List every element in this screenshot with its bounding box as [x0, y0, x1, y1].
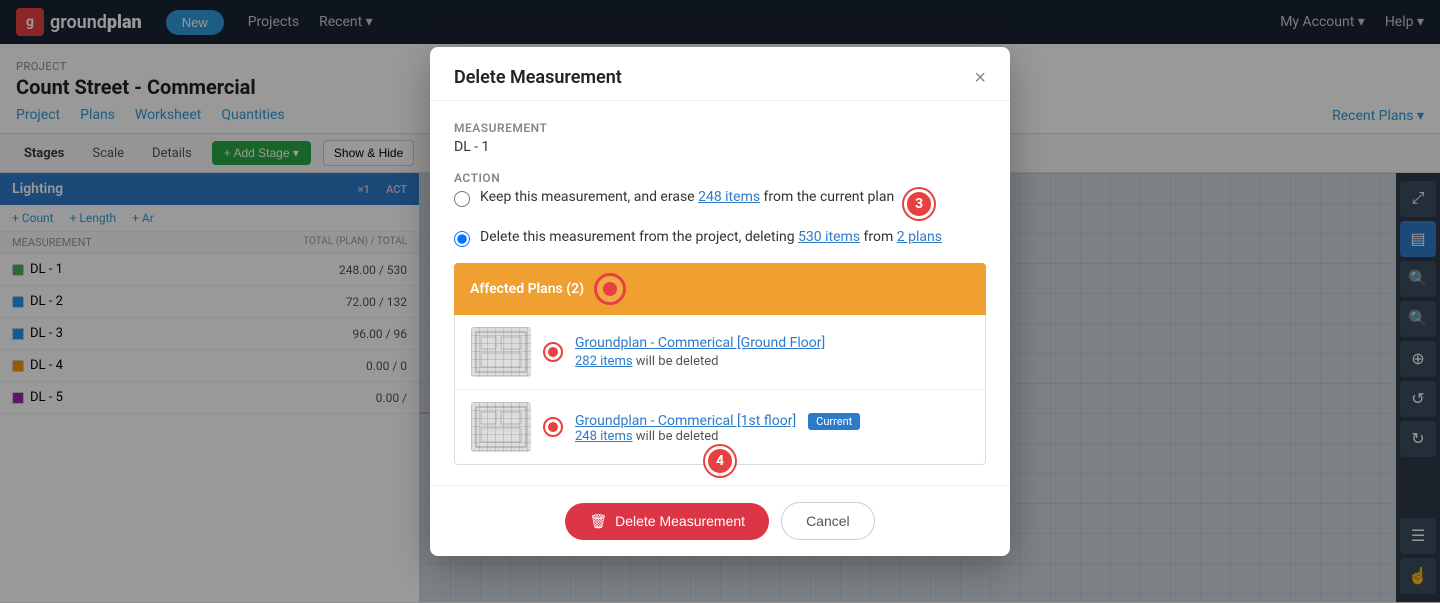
annotation-circle-inner [603, 282, 617, 296]
affected-plans-header: Affected Plans (2) [454, 263, 986, 315]
delete-items-link[interactable]: 530 items [798, 229, 860, 245]
affected-plans-body: Groundplan - Commerical [Ground Floor] 2… [454, 315, 986, 465]
plan-thumb-svg-2 [471, 402, 531, 452]
annotation-3: 3 [904, 189, 934, 219]
modal-footer: 4 🗑 Delete Measurement Cancel [430, 485, 1010, 556]
modal-title: Delete Measurement [454, 67, 622, 88]
modal-overlay: Delete Measurement × Measurement DL - 1 … [0, 0, 1440, 603]
plan-name-1[interactable]: Groundplan - Commerical [Ground Floor] [575, 335, 969, 351]
modal-header: Delete Measurement × [430, 47, 1010, 101]
plan-delete-link-1[interactable]: 282 items [575, 354, 633, 369]
plan-radio-2[interactable] [543, 417, 563, 437]
modal-close-button[interactable]: × [974, 68, 986, 88]
plan-info-2: Groundplan - Commerical [1st floor] Curr… [575, 410, 969, 444]
delete-measurement-button[interactable]: 🗑 Delete Measurement [565, 503, 769, 540]
affected-plans-container: Affected Plans (2) [454, 263, 986, 465]
plan-thumbnail-1 [471, 327, 531, 377]
plan-radio-1[interactable] [543, 342, 563, 362]
radio-keep-text: Keep this measurement, and erase 248 ite… [480, 189, 894, 205]
plan-radio-1-inner [548, 347, 558, 357]
delete-measurement-modal: Delete Measurement × Measurement DL - 1 … [430, 47, 1010, 556]
plan-delete-link-2[interactable]: 248 items [575, 429, 633, 444]
action-label: Action [454, 171, 986, 185]
plan-delete-text-2: 248 items will be deleted [575, 429, 969, 444]
modal-body: Measurement DL - 1 Action Keep this meas… [430, 101, 1010, 485]
radio-delete[interactable] [454, 231, 470, 247]
plan-radio-2-inner [548, 422, 558, 432]
cancel-button[interactable]: Cancel [781, 502, 875, 540]
measurement-value: DL - 1 [454, 139, 986, 155]
plan-info-1: Groundplan - Commerical [Ground Floor] 2… [575, 335, 969, 369]
radio-option-2: Delete this measurement from the project… [454, 229, 986, 247]
keep-items-link[interactable]: 248 items [698, 189, 760, 205]
trash-icon: 🗑 [589, 513, 607, 530]
measurement-label: Measurement [454, 121, 986, 135]
affected-plans-title: Affected Plans (2) [470, 281, 584, 297]
radio-delete-text: Delete this measurement from the project… [480, 229, 942, 245]
plan-item-1: Groundplan - Commerical [Ground Floor] 2… [455, 315, 985, 390]
current-badge: Current [808, 413, 860, 430]
radio-option-1: Keep this measurement, and erase 248 ite… [454, 189, 986, 219]
delete-plans-link[interactable]: 2 plans [897, 229, 942, 245]
plan-thumb-svg-1 [471, 327, 531, 377]
action-section: Keep this measurement, and erase 248 ite… [454, 189, 986, 247]
radio-keep[interactable] [454, 191, 470, 207]
plan-name-2[interactable]: Groundplan - Commerical [1st floor] [575, 413, 796, 429]
plan-delete-text-1: 282 items will be deleted [575, 354, 969, 369]
annotation-4: 4 [705, 446, 735, 476]
plan-thumbnail-2 [471, 402, 531, 452]
annotation-circle-outline [594, 273, 626, 305]
